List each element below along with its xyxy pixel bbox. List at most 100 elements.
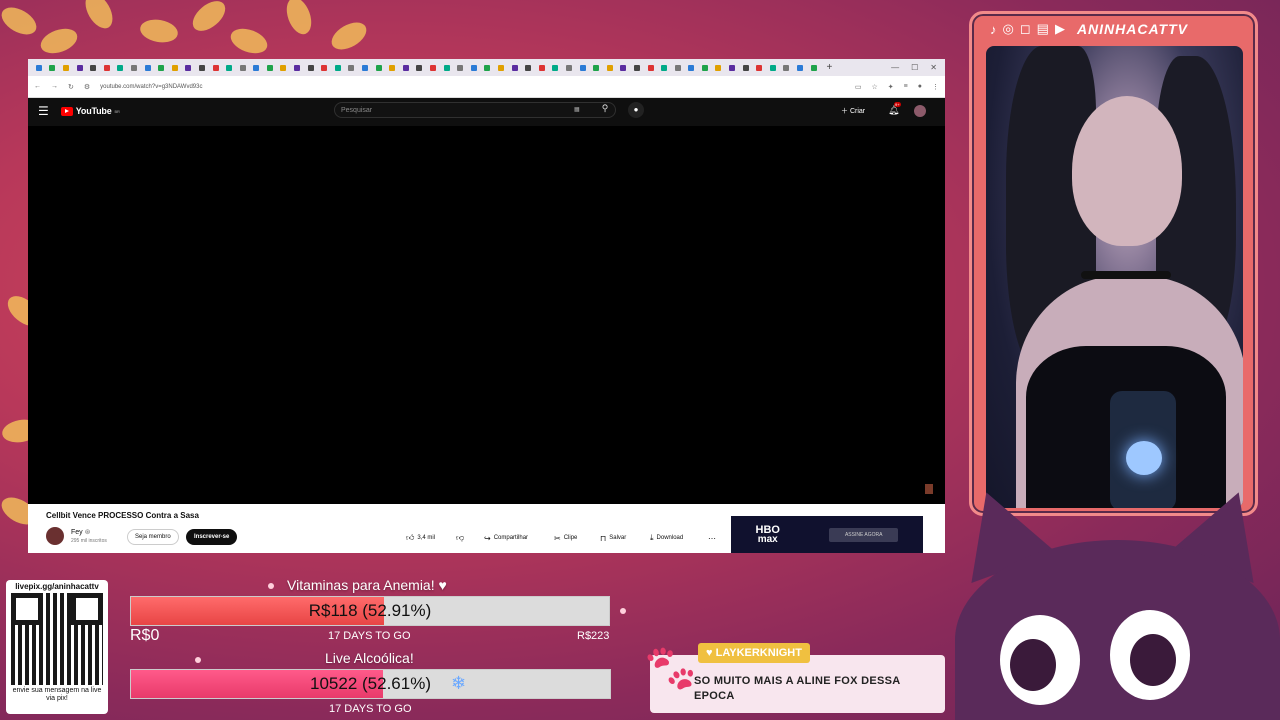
channel-avatar[interactable] (46, 527, 64, 545)
browser-tab[interactable] (766, 61, 780, 74)
site-info-icon[interactable]: ⚙ (84, 83, 90, 91)
sidebar-icon[interactable]: ≡ (904, 83, 908, 90)
clip-button[interactable]: ✂ Clipe (550, 531, 581, 545)
browser-tab[interactable] (453, 61, 467, 74)
microphone-icon[interactable]: ● (628, 102, 644, 118)
browser-tab[interactable] (603, 61, 617, 74)
browser-tab[interactable] (399, 61, 413, 74)
browser-tab[interactable] (630, 61, 644, 74)
browser-tab[interactable] (209, 61, 223, 74)
video-player[interactable] (28, 126, 945, 504)
browser-tab[interactable] (345, 61, 359, 74)
new-tab-button[interactable]: + (826, 62, 832, 73)
dislike-button[interactable]: 👎︎ (452, 531, 468, 545)
hbo-max-ad[interactable]: HBO max ASSINE AGORA (731, 516, 923, 553)
browser-tab[interactable] (236, 61, 250, 74)
more-actions-button[interactable]: ⋯ (704, 531, 720, 545)
maximize-icon[interactable]: ☐ (911, 63, 918, 72)
browser-tab[interactable] (508, 61, 522, 74)
browser-tab[interactable] (250, 61, 264, 74)
browser-tab[interactable] (290, 61, 304, 74)
reload-icon[interactable]: ↻ (68, 83, 74, 91)
forward-icon[interactable]: → (51, 83, 58, 90)
save-button[interactable]: ⊓ Salvar (596, 531, 630, 545)
cast-icon[interactable]: ▭ (855, 83, 862, 91)
youtube-logo[interactable]: YouTube BR (60, 106, 120, 116)
browser-tab[interactable] (549, 61, 563, 74)
like-button[interactable]: 👍︎ 3,4 mil (402, 531, 439, 545)
account-avatar[interactable] (914, 105, 926, 117)
search-icon[interactable]: ⚲ (595, 103, 615, 117)
menu-icon[interactable]: ⋮ (932, 83, 939, 91)
browser-tab[interactable] (32, 61, 46, 74)
share-button[interactable]: ↪ Compartilhar (480, 531, 532, 545)
browser-tab[interactable] (46, 61, 60, 74)
browser-tab[interactable] (168, 61, 182, 74)
hamburger-menu-icon[interactable]: ☰ (38, 104, 49, 118)
browser-tab[interactable] (535, 61, 549, 74)
browser-tab[interactable] (617, 61, 631, 74)
close-icon[interactable]: ✕ (930, 63, 937, 72)
bookmark-star-icon[interactable]: ☆ (872, 83, 878, 91)
join-button[interactable]: Seja membro (127, 529, 179, 545)
browser-tab[interactable] (467, 61, 481, 74)
browser-tab[interactable] (739, 61, 753, 74)
browser-tab[interactable] (195, 61, 209, 74)
browser-tab[interactable] (725, 61, 739, 74)
browser-tab[interactable] (807, 61, 821, 74)
browser-tab[interactable] (331, 61, 345, 74)
browser-tab[interactable] (263, 61, 277, 74)
livepix-qr-panel: livepix.gg/aninhacattv envie sua mensage… (6, 580, 108, 714)
browser-tab[interactable] (494, 61, 508, 74)
browser-tab[interactable] (671, 61, 685, 74)
create-button[interactable]: ＋ Criar (841, 106, 865, 116)
browser-tab[interactable] (521, 61, 535, 74)
back-icon[interactable]: ← (34, 83, 41, 90)
browser-tab[interactable] (440, 61, 454, 74)
browser-tab[interactable] (127, 61, 141, 74)
browser-tab[interactable] (385, 61, 399, 74)
browser-tab[interactable] (657, 61, 671, 74)
browser-tab[interactable] (426, 61, 440, 74)
download-button[interactable]: ⤓ Download (646, 531, 687, 545)
profile-icon[interactable]: ● (918, 83, 922, 90)
browser-tab[interactable] (780, 61, 794, 74)
extensions-icon[interactable]: ✦ (888, 83, 894, 91)
browser-tab[interactable] (222, 61, 236, 74)
browser-tab[interactable] (358, 61, 372, 74)
browser-tab[interactable] (372, 61, 386, 74)
tab-favicon-icon (389, 64, 396, 71)
browser-tab[interactable] (73, 61, 87, 74)
goal-1-days: 17 DAYS TO GO (328, 630, 411, 642)
browser-tab[interactable] (685, 61, 699, 74)
browser-tab[interactable] (589, 61, 603, 74)
browser-tab[interactable] (277, 61, 291, 74)
browser-tab[interactable] (141, 61, 155, 74)
browser-tab[interactable] (712, 61, 726, 74)
browser-tab[interactable] (562, 61, 576, 74)
browser-tab[interactable] (59, 61, 73, 74)
browser-tab[interactable] (481, 61, 495, 74)
browser-tab[interactable] (114, 61, 128, 74)
browser-tab[interactable] (317, 61, 331, 74)
browser-tab[interactable] (100, 61, 114, 74)
ad-cta-button[interactable]: ASSINE AGORA (828, 527, 899, 542)
browser-tab[interactable] (182, 61, 196, 74)
browser-tab[interactable] (154, 61, 168, 74)
browser-tab[interactable] (413, 61, 427, 74)
share-icon: ↪ (484, 533, 491, 543)
subscribe-button[interactable]: Inscrever-se (186, 529, 238, 545)
browser-tab[interactable] (304, 61, 318, 74)
browser-tab[interactable] (86, 61, 100, 74)
browser-tab[interactable] (698, 61, 712, 74)
tab-favicon-icon (430, 64, 437, 71)
keyboard-icon[interactable]: ▦ (574, 106, 580, 113)
instagram-icon: ◻ (1019, 21, 1031, 36)
browser-tab[interactable] (644, 61, 658, 74)
url-field[interactable]: youtube.com/watch?v=g3NDAWvd93c (100, 84, 845, 90)
browser-tab[interactable] (576, 61, 590, 74)
channel-name[interactable]: Fey ⊛ (71, 528, 91, 536)
browser-tab[interactable] (793, 61, 807, 74)
minimize-icon[interactable]: — (891, 63, 899, 72)
browser-tab[interactable] (752, 61, 766, 74)
